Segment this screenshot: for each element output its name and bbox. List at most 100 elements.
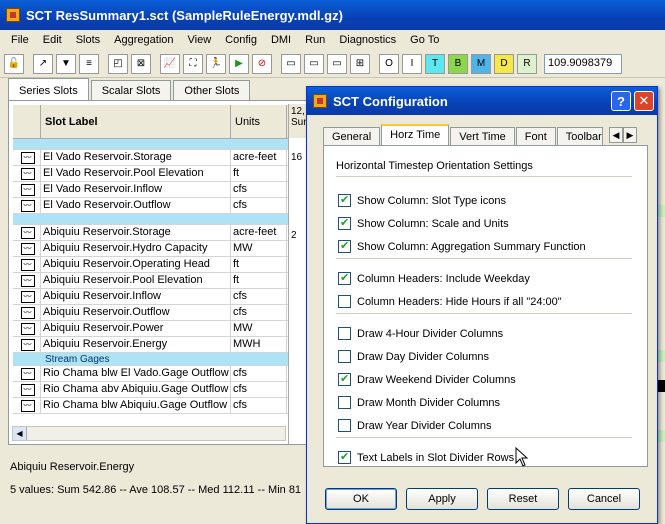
slot-label[interactable]: Abiquiu Reservoir.Operating Head [41, 257, 231, 272]
menu-go-to[interactable]: Go To [403, 34, 446, 46]
slot-label[interactable]: Rio Chama blw El Vado.Gage Outflow [41, 366, 231, 381]
table-row[interactable]: 〰 Abiquiu Reservoir.Storage acre-feet [13, 225, 293, 241]
option-row[interactable]: Show Column: Slot Type icons [338, 193, 506, 207]
stop-icon[interactable]: ⊘ [252, 53, 272, 74]
filter-icon[interactable]: ▼ [56, 53, 76, 74]
slot-label[interactable]: El Vado Reservoir.Outflow [41, 198, 231, 213]
flag-b-button[interactable]: B [448, 53, 468, 74]
flag-t-button[interactable]: T [425, 53, 445, 74]
table-row[interactable]: 〰 El Vado Reservoir.Inflow cfs [13, 182, 293, 198]
table-row[interactable]: 〰 Abiquiu Reservoir.Hydro Capacity MW [13, 241, 293, 257]
menu-view[interactable]: View [181, 34, 219, 46]
tab-toolbar[interactable]: Toolbar [556, 127, 603, 145]
tab-scroll-right-icon[interactable]: ▶ [623, 127, 637, 143]
slot-label[interactable]: Abiquiu Reservoir.Hydro Capacity [41, 241, 231, 256]
layout2-icon[interactable]: ▭ [304, 53, 324, 74]
tab-series-slots[interactable]: Series Slots [8, 78, 89, 101]
header-slot-label[interactable]: Slot Label [41, 105, 231, 138]
layout3-icon[interactable]: ▭ [327, 53, 347, 74]
flag-i-button[interactable]: I [402, 53, 422, 74]
layout1-icon[interactable]: ▭ [281, 53, 301, 74]
select-icon[interactable]: ⛶ [183, 53, 203, 74]
slot-label[interactable]: Abiquiu Reservoir.Power [41, 321, 231, 336]
option-row[interactable]: Draw Weekend Divider Columns [338, 372, 516, 386]
option-checkbox[interactable] [338, 372, 351, 386]
option-row[interactable]: Column Headers: Include Weekday [338, 271, 530, 285]
main-titlebar[interactable]: SCT ResSummary1.sct (SampleRuleEnergy.md… [0, 0, 665, 30]
list-icon[interactable]: ≡ [79, 53, 99, 74]
option-row[interactable]: Draw Day Divider Columns [338, 350, 489, 363]
table-row[interactable]: 〰 Rio Chama blw El Vado.Gage Outflow cfs [13, 366, 293, 382]
fit-columns-icon[interactable]: ↗ [33, 53, 53, 74]
tab-font[interactable]: Font [515, 127, 556, 145]
flag-r-button[interactable]: R [517, 53, 537, 74]
run-person-icon[interactable]: 🏃 [206, 53, 226, 74]
tab-horz-time[interactable]: Horz Time [381, 124, 450, 145]
table-row[interactable]: 〰 Rio Chama blw Abiquiu.Gage Outflow cfs [13, 398, 293, 414]
table-row[interactable]: 〰 Abiquiu Reservoir.Power MW [13, 321, 293, 337]
option-row[interactable]: Show Column: Scale and Units [338, 216, 509, 230]
scroll-left-icon[interactable]: ◀ [13, 427, 27, 440]
reset-button[interactable]: Reset [487, 488, 559, 510]
option-row[interactable]: Draw Month Divider Columns [338, 396, 500, 409]
table-row[interactable]: 〰 Rio Chama abv Abiquiu.Gage Outflow cfs [13, 382, 293, 398]
option-row[interactable]: Draw Year Divider Columns [338, 419, 492, 432]
slot-label[interactable]: Abiquiu Reservoir.Storage [41, 225, 231, 240]
horizontal-scrollbar[interactable]: ◀ [12, 426, 286, 441]
table-row[interactable]: 〰 Abiquiu Reservoir.Outflow cfs [13, 305, 293, 321]
open-window-icon[interactable]: ◰ [108, 53, 128, 74]
help-icon[interactable]: ? [611, 91, 631, 111]
cancel-button[interactable]: Cancel [568, 488, 640, 510]
table-row[interactable]: 〰 El Vado Reservoir.Pool Elevation ft [13, 166, 293, 182]
tab-other-slots[interactable]: Other Slots [173, 80, 251, 101]
slot-label[interactable]: Rio Chama abv Abiquiu.Gage Outflow [41, 382, 231, 397]
table-row[interactable]: 〰 Abiquiu Reservoir.Energy MWH [13, 337, 293, 353]
option-checkbox[interactable] [338, 350, 351, 363]
option-checkbox[interactable] [338, 271, 351, 285]
tab-scalar-slots[interactable]: Scalar Slots [90, 80, 172, 101]
flag-o-button[interactable]: O [379, 53, 399, 74]
menu-slots[interactable]: Slots [69, 34, 107, 46]
menu-file[interactable]: File [4, 34, 36, 46]
flag-m-button[interactable]: M [471, 53, 491, 74]
slot-label[interactable]: Abiquiu Reservoir.Pool Elevation [41, 273, 231, 288]
table-row[interactable]: 〰 El Vado Reservoir.Storage acre-feet [13, 150, 293, 166]
tab-vert-time[interactable]: Vert Time [450, 127, 515, 145]
flag-d-button[interactable]: D [494, 53, 514, 74]
option-row[interactable]: Column Headers: Hide Hours if all "24:00… [338, 295, 562, 308]
menu-aggregation[interactable]: Aggregation [107, 34, 180, 46]
option-checkbox[interactable] [338, 419, 351, 432]
apply-button[interactable]: Apply [406, 488, 478, 510]
ok-button[interactable]: OK [325, 488, 397, 510]
slot-label[interactable]: El Vado Reservoir.Pool Elevation [41, 166, 231, 181]
divider-row[interactable]: Stream Gages [13, 353, 293, 366]
lock-icon[interactable]: 🔓 [4, 53, 24, 74]
menu-config[interactable]: Config [218, 34, 264, 46]
close-icon[interactable]: ✕ [634, 91, 654, 111]
menu-run[interactable]: Run [298, 34, 332, 46]
option-checkbox[interactable] [338, 295, 351, 308]
option-row[interactable]: Show Column: Aggregation Summary Functio… [338, 239, 586, 253]
option-checkbox[interactable] [338, 216, 351, 230]
divider-row[interactable] [13, 214, 293, 225]
date-value[interactable]: 2 [291, 230, 297, 241]
close-window-icon[interactable]: ⊠ [131, 53, 151, 74]
dialog-titlebar[interactable]: SCT Configuration ? ✕ [307, 87, 657, 115]
option-row[interactable]: Text Labels in Slot Divider Rows [338, 450, 514, 464]
option-row[interactable]: Draw 4-Hour Divider Columns [338, 327, 503, 340]
tab-scroll-left-icon[interactable]: ◀ [609, 127, 623, 143]
menu-edit[interactable]: Edit [36, 34, 69, 46]
table-row[interactable]: 〰 El Vado Reservoir.Outflow cfs [13, 198, 293, 214]
table-row[interactable]: 〰 Abiquiu Reservoir.Operating Head ft [13, 257, 293, 273]
date-value[interactable]: 16 [291, 152, 302, 163]
value-field[interactable]: 109.9098379 [544, 53, 622, 74]
option-checkbox[interactable] [338, 239, 351, 253]
option-checkbox[interactable] [338, 193, 351, 207]
slot-label[interactable]: El Vado Reservoir.Inflow [41, 182, 231, 197]
menu-diagnostics[interactable]: Diagnostics [332, 34, 403, 46]
table-row[interactable]: 〰 Abiquiu Reservoir.Pool Elevation ft [13, 273, 293, 289]
slot-label[interactable]: Rio Chama blw Abiquiu.Gage Outflow [41, 398, 231, 413]
plot-icon[interactable]: 📈 [160, 53, 180, 74]
play-icon[interactable]: ▶ [229, 53, 249, 74]
slot-label[interactable]: El Vado Reservoir.Storage [41, 150, 231, 165]
